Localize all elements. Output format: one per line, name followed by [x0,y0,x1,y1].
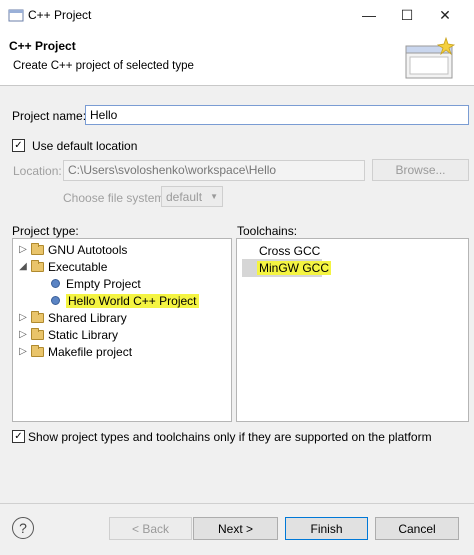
file-system-value: default [166,189,203,204]
tree-item-executable[interactable]: ◢ Executable [17,258,107,275]
location-input[interactable]: C:\Users\svoloshenko\workspace\Hello [63,160,365,181]
template-dot-icon [51,279,60,288]
folder-icon [31,344,44,357]
wizard-banner-icon [405,36,456,79]
help-icon[interactable]: ? [12,517,34,539]
tree-item-static-library[interactable]: ▷ Static Library [17,326,118,343]
tree-item-empty-project[interactable]: Empty Project [47,275,141,292]
chevron-right-icon[interactable]: ▷ [17,244,29,255]
tree-item-label: Empty Project [66,276,141,291]
file-system-label: Choose file system: [63,191,168,205]
checkmark-icon: ✓ [14,430,23,442]
chevron-right-icon[interactable]: ▷ [17,346,29,357]
tree-item-label: Executable [48,259,108,274]
tree-item-label: Hello World C++ Project [66,293,199,308]
wizard-description: Create C++ project of selected type [13,60,194,72]
tree-item-label: GNU Autotools [48,242,128,257]
tree-item-makefile-project[interactable]: ▷ Makefile project [17,343,132,360]
folder-icon [31,327,44,340]
use-default-location-label: Use default location [32,139,138,153]
project-name-input[interactable] [85,105,469,125]
footer-divider [0,503,474,504]
chevron-right-icon[interactable]: ▷ [17,312,29,323]
tree-item-label: Shared Library [48,310,127,325]
template-dot-icon [51,296,60,305]
folder-icon [31,310,44,323]
checkmark-icon: ✓ [14,139,23,151]
project-name-label: Project name: [12,109,87,123]
cancel-button[interactable]: Cancel [375,517,459,540]
folder-icon [31,242,44,255]
tree-item-label: Static Library [48,327,119,342]
window-title: C++ Project [28,8,92,22]
tree-item-gnu-autotools[interactable]: ▷ GNU Autotools [17,241,127,258]
cpp-project-icon [8,9,24,22]
minimize-button[interactable]: — [350,0,388,30]
project-type-label: Project type: [12,224,79,238]
chevron-right-icon[interactable]: ▷ [17,329,29,340]
minimize-icon: — [362,7,376,23]
project-type-tree[interactable]: ▷ GNU Autotools ◢ Executable Empty Proje… [12,238,232,422]
chevron-down-icon: ▼ [210,192,218,201]
finish-button[interactable]: Finish [285,517,368,540]
close-button[interactable]: ✕ [426,0,464,30]
platform-filter-checkbox[interactable]: ✓ [12,430,25,443]
back-button[interactable]: < Back [109,517,192,540]
tree-item-hello-world-cpp-project[interactable]: Hello World C++ Project [47,292,199,309]
platform-filter-label: Show project types and toolchains only i… [28,430,432,444]
chevron-down-icon[interactable]: ◢ [17,261,29,272]
location-label: Location: [13,164,62,178]
toolchain-item-mingw-gcc[interactable]: MinGW GCC [257,261,331,275]
file-system-select[interactable]: default ▼ [161,186,223,207]
close-icon: ✕ [439,6,451,23]
folder-icon [31,259,44,272]
toolchains-label: Toolchains: [237,224,298,238]
next-button[interactable]: Next > [193,517,278,540]
maximize-icon: ☐ [400,6,414,23]
tree-item-shared-library[interactable]: ▷ Shared Library [17,309,127,326]
use-default-location-checkbox[interactable]: ✓ [12,139,25,152]
toolchain-item-cross-gcc[interactable]: Cross GCC [259,244,320,258]
browse-button[interactable]: Browse... [372,159,469,181]
wizard-title: C++ Project [9,39,76,53]
maximize-button[interactable]: ☐ [388,0,426,30]
tree-item-label: Makefile project [48,344,133,359]
